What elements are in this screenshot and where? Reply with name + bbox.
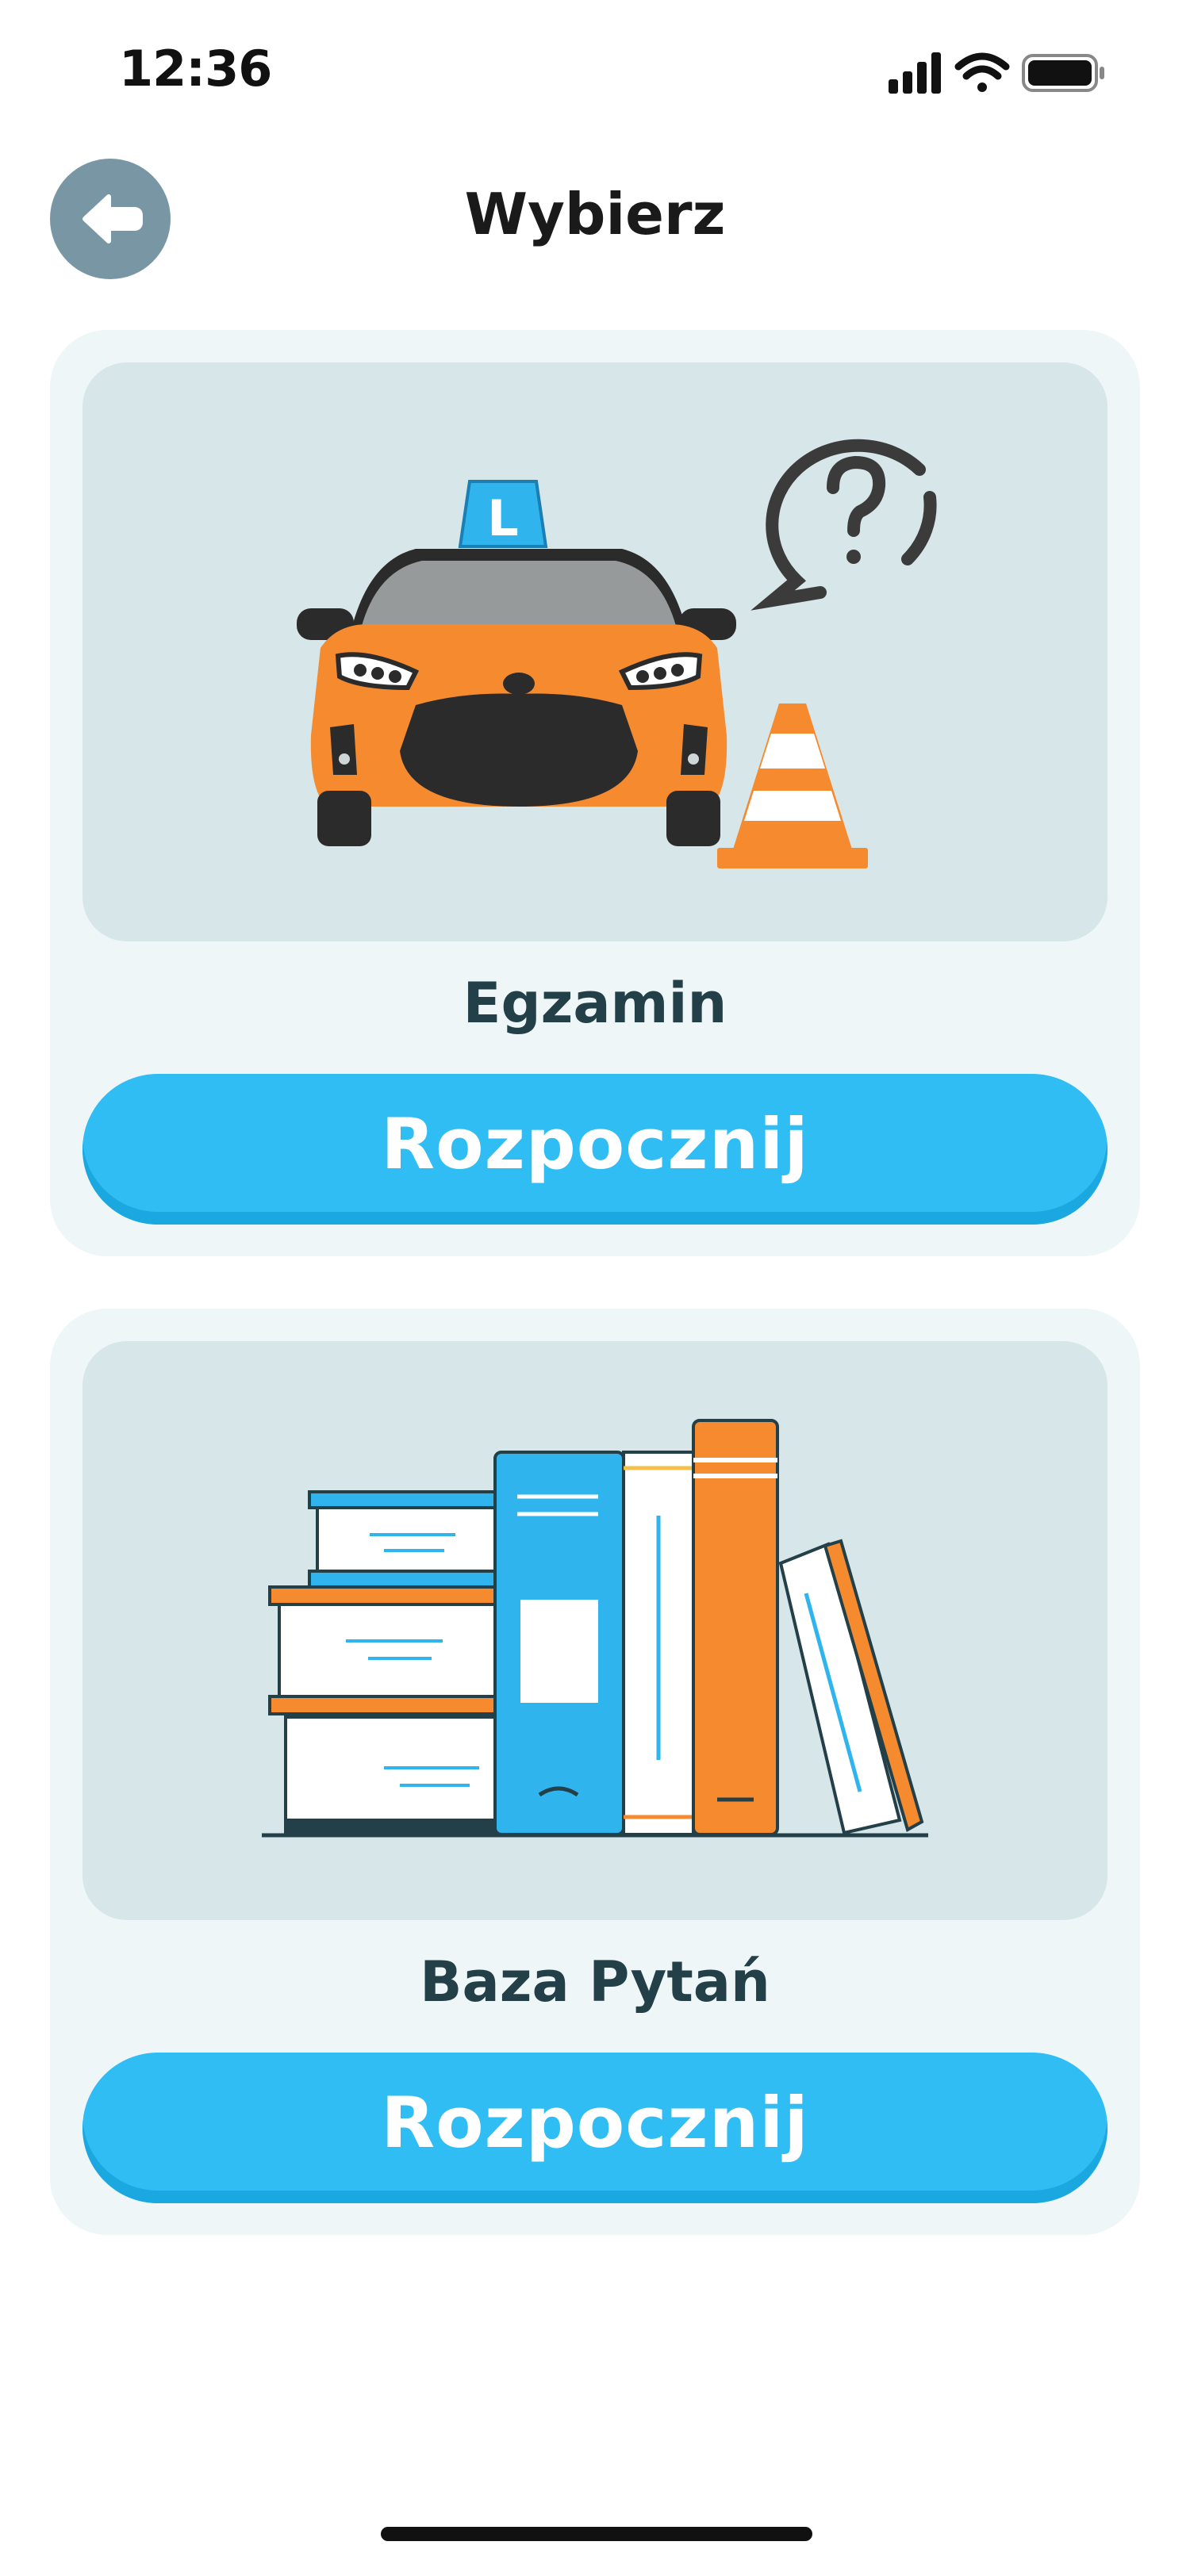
cellular-signal-icon: [889, 52, 941, 94]
car-icon: [297, 549, 736, 846]
home-indicator[interactable]: [381, 2527, 812, 2541]
books-stack-illustration: [262, 1419, 928, 1838]
books-icon: [262, 1419, 928, 1838]
wifi-icon: [954, 52, 1010, 92]
exam-card: L Egzamin Rozpocznij: [50, 330, 1140, 1256]
question-bank-card: Baza Pytań Rozpocznij: [50, 1309, 1140, 2235]
learner-sign-icon: L: [458, 480, 548, 548]
page-title: Wybierz: [464, 181, 726, 247]
start-exam-button[interactable]: Rozpocznij: [83, 1074, 1107, 1225]
status-icons: [889, 52, 1104, 94]
traffic-cone-icon: [717, 703, 868, 868]
start-question-bank-button[interactable]: Rozpocznij: [83, 2053, 1107, 2203]
learner-car-illustration: L: [297, 439, 937, 868]
status-time: 12:36: [119, 40, 272, 98]
card-title: Egzamin: [463, 971, 727, 1036]
status-bar: 12:36: [0, 0, 1190, 143]
battery-icon: [1022, 54, 1104, 92]
books-illustration: [83, 1341, 1107, 1920]
exam-illustration: L: [83, 362, 1107, 941]
card-title: Baza Pytań: [420, 1949, 770, 2014]
svg-text:L: L: [487, 489, 519, 547]
question-bubble-icon: [750, 439, 937, 611]
